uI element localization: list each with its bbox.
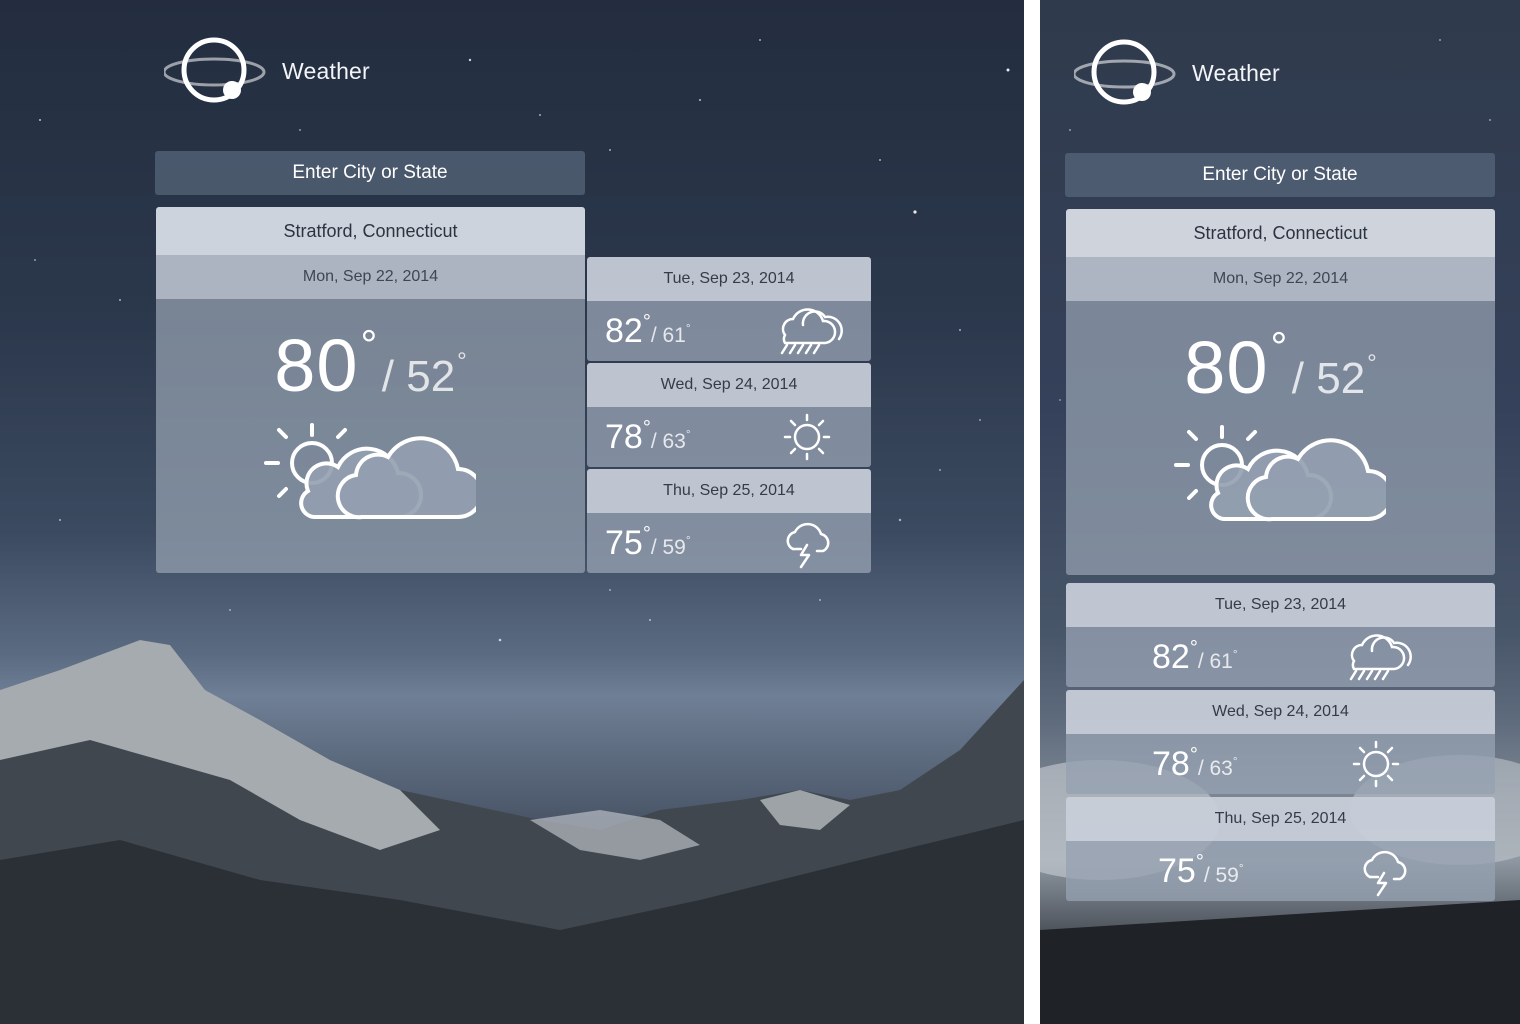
forecast-high: 75 bbox=[1158, 852, 1196, 890]
today-low: / 52 bbox=[381, 352, 456, 401]
orbit-logo-icon bbox=[164, 37, 266, 103]
today-low: / 52 bbox=[1291, 354, 1366, 403]
rain-cloud-icon bbox=[780, 308, 843, 355]
forecast-temps: 75°/ 59° bbox=[1158, 851, 1244, 891]
app-brand: Weather bbox=[1074, 38, 1280, 108]
forecast-day-1: Tue, Sep 23, 2014 82°/ 61° bbox=[1066, 583, 1495, 687]
today-low-degree: ° bbox=[1367, 350, 1377, 377]
forecast-degree: ° bbox=[1189, 744, 1198, 766]
forecast-date: Tue, Sep 23, 2014 bbox=[587, 257, 871, 301]
app-title: Weather bbox=[282, 57, 370, 84]
forecast-date: Wed, Sep 24, 2014 bbox=[1066, 690, 1495, 734]
app-brand: Weather bbox=[164, 36, 370, 106]
forecast-temps: 82°/ 61° bbox=[1152, 637, 1238, 677]
forecast-high: 75 bbox=[605, 524, 643, 562]
today-card: Stratford, Connecticut Mon, Sep 22, 2014… bbox=[1066, 209, 1495, 575]
search-input[interactable]: Enter City or State bbox=[1065, 153, 1495, 197]
today-date: Mon, Sep 22, 2014 bbox=[156, 255, 585, 299]
mobile-layout: Weather Enter City or State Stratford, C… bbox=[1040, 0, 1520, 1024]
today-body: 80° / 52° bbox=[1066, 301, 1495, 575]
forecast-body: 78°/ 63° bbox=[1066, 734, 1495, 794]
thunder-cloud-icon bbox=[786, 522, 830, 569]
forecast-day-1: Tue, Sep 23, 2014 82°/ 61° bbox=[587, 257, 871, 361]
sun-icon bbox=[1352, 740, 1400, 788]
desktop-layout: Weather Enter City or State Stratford, C… bbox=[0, 0, 1024, 1024]
forecast-low: / 63 bbox=[650, 430, 686, 453]
forecast-low-degree: ° bbox=[1232, 754, 1238, 768]
today-degree: ° bbox=[1270, 323, 1288, 370]
forecast-degree: ° bbox=[642, 523, 651, 545]
forecast-degree: ° bbox=[642, 311, 651, 333]
forecast-low-degree: ° bbox=[685, 427, 691, 441]
forecast-degree: ° bbox=[1189, 637, 1198, 659]
today-low-degree: ° bbox=[457, 348, 467, 375]
forecast-date: Tue, Sep 23, 2014 bbox=[1066, 583, 1495, 627]
location-label: Stratford, Connecticut bbox=[156, 207, 585, 255]
sun-icon bbox=[783, 413, 831, 461]
orbit-logo-icon bbox=[1074, 39, 1176, 105]
forecast-low: / 59 bbox=[1203, 864, 1239, 887]
forecast-temps: 78°/ 63° bbox=[605, 417, 691, 457]
forecast-degree: ° bbox=[642, 417, 651, 439]
today-temps: 80° / 52° bbox=[156, 321, 585, 408]
forecast-low: / 63 bbox=[1197, 757, 1233, 780]
forecast-low-degree: ° bbox=[1238, 861, 1244, 875]
search-placeholder: Enter City or State bbox=[1202, 164, 1358, 185]
thunder-cloud-icon bbox=[1363, 850, 1407, 897]
forecast-body: 82°/ 61° bbox=[587, 301, 871, 361]
forecast-degree: ° bbox=[1195, 851, 1204, 873]
location-label: Stratford, Connecticut bbox=[1066, 209, 1495, 257]
forecast-temps: 78°/ 63° bbox=[1152, 744, 1238, 784]
forecast-temps: 82°/ 61° bbox=[605, 311, 691, 351]
forecast-high: 78 bbox=[605, 418, 643, 456]
forecast-body: 75°/ 59° bbox=[1066, 841, 1495, 901]
forecast-day-3: Thu, Sep 25, 2014 75°/ 59° bbox=[1066, 797, 1495, 901]
forecast-low-degree: ° bbox=[685, 321, 691, 335]
search-placeholder: Enter City or State bbox=[292, 162, 448, 183]
forecast-body: 82°/ 61° bbox=[1066, 627, 1495, 687]
today-date: Mon, Sep 22, 2014 bbox=[1066, 257, 1495, 301]
forecast-body: 75°/ 59° bbox=[587, 513, 871, 573]
forecast-low-degree: ° bbox=[1232, 647, 1238, 661]
partly-cloudy-icon bbox=[1174, 425, 1386, 522]
forecast-body: 78°/ 63° bbox=[587, 407, 871, 467]
forecast-high: 78 bbox=[1152, 745, 1190, 783]
forecast-date: Wed, Sep 24, 2014 bbox=[587, 363, 871, 407]
forecast-date: Thu, Sep 25, 2014 bbox=[587, 469, 871, 513]
today-body: 80° / 52° bbox=[156, 299, 585, 573]
today-temps: 80° / 52° bbox=[1066, 323, 1495, 410]
forecast-day-3: Thu, Sep 25, 2014 75°/ 59° bbox=[587, 469, 871, 573]
forecast-date: Thu, Sep 25, 2014 bbox=[1066, 797, 1495, 841]
forecast-low: / 61 bbox=[650, 324, 686, 347]
forecast-low-degree: ° bbox=[685, 533, 691, 547]
today-degree: ° bbox=[360, 321, 378, 368]
today-high: 80 bbox=[274, 324, 359, 407]
partly-cloudy-icon bbox=[264, 423, 476, 520]
forecast-high: 82 bbox=[1152, 638, 1190, 676]
forecast-high: 82 bbox=[605, 312, 643, 350]
today-high: 80 bbox=[1184, 326, 1269, 409]
search-input[interactable]: Enter City or State bbox=[155, 151, 585, 195]
forecast-low: / 59 bbox=[650, 536, 686, 559]
forecast-temps: 75°/ 59° bbox=[605, 523, 691, 563]
app-title: Weather bbox=[1192, 59, 1280, 86]
rain-cloud-icon bbox=[1349, 634, 1412, 681]
forecast-day-2: Wed, Sep 24, 2014 78°/ 63° bbox=[1066, 690, 1495, 794]
forecast-low: / 61 bbox=[1197, 650, 1233, 673]
forecast-day-2: Wed, Sep 24, 2014 78°/ 63° bbox=[587, 363, 871, 467]
today-card: Stratford, Connecticut Mon, Sep 22, 2014… bbox=[156, 207, 585, 573]
